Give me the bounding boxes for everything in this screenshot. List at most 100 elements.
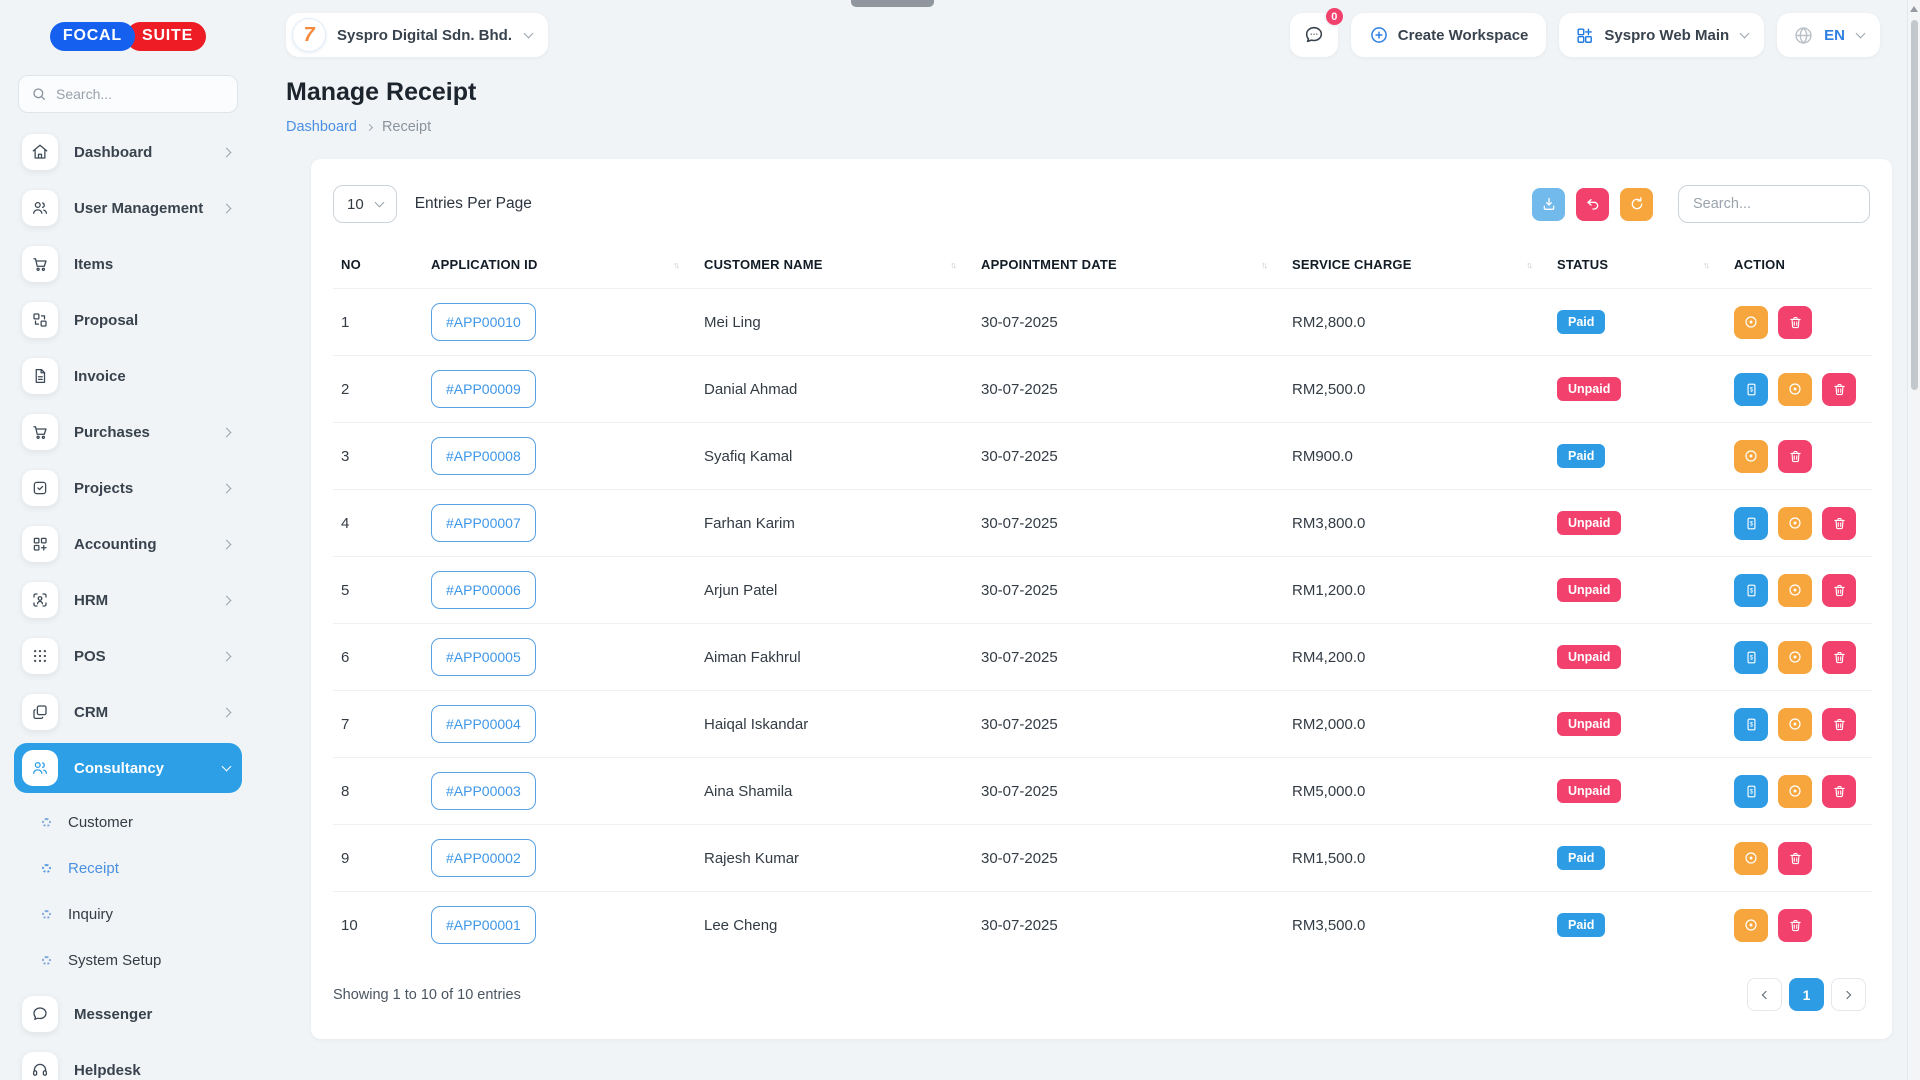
chevron-right-icon <box>366 123 373 130</box>
grid-plus-icon <box>22 526 58 562</box>
view-button[interactable] <box>1734 909 1768 942</box>
submenu-item-customer[interactable]: Customer <box>14 799 242 845</box>
column-header-status[interactable]: STATUS↑↓ <box>1549 247 1726 289</box>
delete-button[interactable] <box>1822 574 1856 607</box>
sidebar-item-projects[interactable]: Projects <box>14 463 242 513</box>
export-button[interactable] <box>1532 188 1565 221</box>
sidebar-item-user-management[interactable]: User Management <box>14 183 242 233</box>
delete-button[interactable] <box>1822 641 1856 674</box>
application-id-button[interactable]: #APP00010 <box>431 303 536 341</box>
application-id-button[interactable]: #APP00006 <box>431 571 536 609</box>
application-id-button[interactable]: #APP00001 <box>431 906 536 944</box>
delete-button[interactable] <box>1822 507 1856 540</box>
create-workspace-button[interactable]: Create Workspace <box>1351 13 1547 57</box>
showing-entries-text: Showing 1 to 10 of 10 entries <box>333 987 521 1003</box>
appointment-date: 30-07-2025 <box>973 758 1284 825</box>
delete-button[interactable] <box>1822 708 1856 741</box>
application-id-button[interactable]: #APP00002 <box>431 839 536 877</box>
sidebar-item-consultancy[interactable]: Consultancy <box>14 743 242 793</box>
sidebar-item-helpdesk[interactable]: Helpdesk <box>14 1045 242 1080</box>
column-header-application-id[interactable]: APPLICATION ID↑↓ <box>423 247 696 289</box>
application-id-button[interactable]: #APP00008 <box>431 437 536 475</box>
column-header-appointment-date[interactable]: APPOINTMENT DATE↑↓ <box>973 247 1284 289</box>
breadcrumb: Dashboard Receipt <box>286 119 1892 135</box>
payment-button[interactable]: $ <box>1734 574 1768 607</box>
payment-button[interactable]: $ <box>1734 708 1768 741</box>
table-search-input[interactable] <box>1678 185 1870 223</box>
column-header-service-charge[interactable]: SERVICE CHARGE↑↓ <box>1284 247 1549 289</box>
view-button[interactable] <box>1734 440 1768 473</box>
view-button[interactable] <box>1778 574 1812 607</box>
status-badge: Paid <box>1557 444 1605 468</box>
payment-button[interactable]: $ <box>1734 775 1768 808</box>
customer-name: Danial Ahmad <box>696 356 973 423</box>
sidebar-search-input[interactable] <box>56 86 225 102</box>
view-button[interactable] <box>1778 641 1812 674</box>
payment-button[interactable]: $ <box>1734 641 1768 674</box>
trash-icon <box>1788 315 1803 330</box>
payment-button[interactable]: $ <box>1734 373 1768 406</box>
sidebar-search[interactable] <box>18 75 238 113</box>
eye-icon <box>1743 850 1759 866</box>
chevron-right-icon <box>222 707 232 717</box>
sidebar-item-messenger[interactable]: Messenger <box>14 989 242 1039</box>
breadcrumb-dashboard-link[interactable]: Dashboard <box>286 119 357 135</box>
view-button[interactable] <box>1778 708 1812 741</box>
appointment-date: 30-07-2025 <box>973 825 1284 892</box>
submenu-item-system-setup[interactable]: System Setup <box>14 937 242 983</box>
delete-button[interactable] <box>1822 373 1856 406</box>
sidebar-item-invoice[interactable]: Invoice <box>14 351 242 401</box>
page-1-button[interactable]: 1 <box>1789 978 1824 1011</box>
page-scrollbar[interactable] <box>1907 0 1920 1080</box>
undo-button[interactable] <box>1576 188 1609 221</box>
sidebar-item-pos[interactable]: POS <box>14 631 242 681</box>
application-id-button[interactable]: #APP00009 <box>431 370 536 408</box>
delete-button[interactable] <box>1778 842 1812 875</box>
chat-button[interactable]: 0 <box>1290 13 1338 57</box>
application-id-button[interactable]: #APP00007 <box>431 504 536 542</box>
app-logo: FOCAL SUITE <box>14 22 242 51</box>
view-button[interactable] <box>1778 373 1812 406</box>
row-number: 8 <box>333 758 423 825</box>
column-header-customer-name[interactable]: CUSTOMER NAME↑↓ <box>696 247 973 289</box>
application-id-button[interactable]: #APP00005 <box>431 638 536 676</box>
entries-per-page-select[interactable]: 10 <box>333 185 397 223</box>
view-button[interactable] <box>1734 842 1768 875</box>
delete-button[interactable] <box>1778 440 1812 473</box>
payment-button[interactable]: $ <box>1734 507 1768 540</box>
chevron-right-icon <box>222 483 232 493</box>
eye-icon <box>1787 783 1803 799</box>
pagination: 1 <box>1747 978 1866 1011</box>
company-selector[interactable]: 7 Syspro Digital Sdn. Bhd. <box>286 13 548 57</box>
language-selector[interactable]: EN <box>1777 13 1880 57</box>
delete-button[interactable] <box>1822 775 1856 808</box>
view-button[interactable] <box>1778 507 1812 540</box>
application-id-button[interactable]: #APP00004 <box>431 705 536 743</box>
workspace-selector[interactable]: Syspro Web Main <box>1559 13 1764 57</box>
column-header-no[interactable]: NO <box>333 247 423 289</box>
customer-name: Rajesh Kumar <box>696 825 973 892</box>
sidebar-item-crm[interactable]: CRM <box>14 687 242 737</box>
view-button[interactable] <box>1778 775 1812 808</box>
view-button[interactable] <box>1734 306 1768 339</box>
appointment-date: 30-07-2025 <box>973 557 1284 624</box>
service-charge: RM3,800.0 <box>1284 490 1549 557</box>
previous-page-button[interactable] <box>1747 978 1782 1011</box>
scrollbar-thumb[interactable] <box>1911 20 1918 390</box>
refresh-button[interactable] <box>1620 188 1653 221</box>
delete-button[interactable] <box>1778 306 1812 339</box>
consultancy-submenu: Customer Receipt Inquiry System Setup <box>14 799 242 983</box>
sidebar-item-proposal[interactable]: Proposal <box>14 295 242 345</box>
sidebar-item-dashboard[interactable]: Dashboard <box>14 127 242 177</box>
sidebar-item-hrm[interactable]: HRM <box>14 575 242 625</box>
next-page-button[interactable] <box>1831 978 1866 1011</box>
delete-button[interactable] <box>1778 909 1812 942</box>
scroll-up-arrow-icon[interactable] <box>1910 6 1918 12</box>
submenu-item-inquiry[interactable]: Inquiry <box>14 891 242 937</box>
sidebar-item-items[interactable]: Items <box>14 239 242 289</box>
sidebar-item-purchases[interactable]: Purchases <box>14 407 242 457</box>
chat-icon <box>1303 24 1325 46</box>
application-id-button[interactable]: #APP00003 <box>431 772 536 810</box>
submenu-item-receipt[interactable]: Receipt <box>14 845 242 891</box>
sidebar-item-accounting[interactable]: Accounting <box>14 519 242 569</box>
